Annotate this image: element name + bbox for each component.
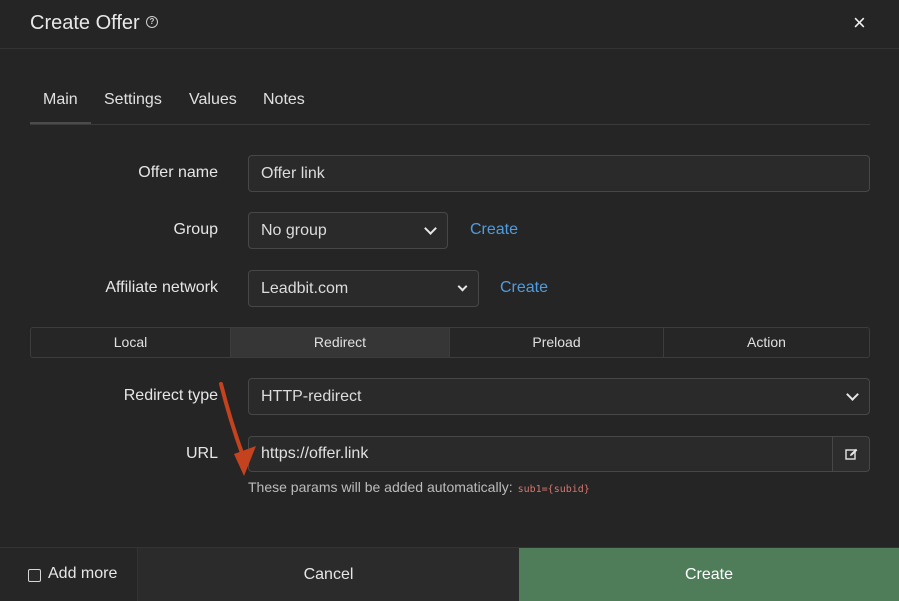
offer-name-input[interactable]: Offer link xyxy=(248,155,870,192)
affiliate-network-select[interactable]: Leadbit.com xyxy=(248,270,479,307)
add-more-checkbox[interactable] xyxy=(28,569,41,582)
segment-preload[interactable]: Preload xyxy=(450,328,664,357)
chevron-down-icon xyxy=(424,222,437,235)
modal-title: Create Offer xyxy=(30,12,140,34)
close-icon[interactable]: × xyxy=(853,12,866,34)
annotation-arrow-icon xyxy=(219,382,256,476)
affiliate-network-value: Leadbit.com xyxy=(261,280,349,297)
segment-local[interactable]: Local xyxy=(31,328,231,357)
modal-tabs: Main Settings Values Notes xyxy=(30,74,870,125)
edit-icon xyxy=(845,448,858,460)
tab-main[interactable]: Main xyxy=(43,91,78,109)
active-tab-indicator xyxy=(30,122,91,124)
group-select[interactable]: No group xyxy=(248,212,448,249)
hint-text: These params will be added automatically… xyxy=(248,479,513,495)
group-label: Group xyxy=(173,221,218,238)
offer-name-label: Offer name xyxy=(138,164,218,181)
redirect-type-select[interactable]: HTTP-redirect xyxy=(248,378,870,415)
url-input[interactable]: https://offer.link xyxy=(248,436,833,472)
create-offer-modal: Create Offer ? × Main Settings Values No… xyxy=(0,0,899,601)
create-button[interactable]: Create xyxy=(519,548,899,601)
add-more-label: Add more xyxy=(48,565,118,582)
chevron-down-icon xyxy=(457,281,468,292)
chevron-down-icon xyxy=(846,388,859,401)
affiliate-network-label: Affiliate network xyxy=(105,279,218,296)
url-params-hint: These params will be added automatically… xyxy=(248,479,590,495)
modal-footer: Add more Cancel Create xyxy=(0,547,899,601)
redirect-type-value: HTTP-redirect xyxy=(261,388,362,405)
add-more-toggle[interactable]: Add more xyxy=(0,548,138,601)
cancel-button[interactable]: Cancel xyxy=(138,548,519,601)
segment-redirect[interactable]: Redirect xyxy=(231,328,450,357)
url-label: URL xyxy=(185,445,218,462)
tab-settings[interactable]: Settings xyxy=(104,91,162,109)
help-icon[interactable]: ? xyxy=(146,16,158,28)
segment-action[interactable]: Action xyxy=(664,328,869,357)
group-select-value: No group xyxy=(261,222,327,239)
create-affiliate-network-link[interactable]: Create xyxy=(500,279,548,297)
hint-param-code: sub1={subid} xyxy=(517,484,590,495)
url-edit-button[interactable] xyxy=(832,436,870,472)
redirect-type-label: Redirect type xyxy=(123,387,218,404)
modal-header: Create Offer ? × xyxy=(0,0,899,49)
offer-type-segmented-control: Local Redirect Preload Action xyxy=(30,327,870,358)
create-group-link[interactable]: Create xyxy=(470,221,518,239)
tab-notes[interactable]: Notes xyxy=(263,91,305,109)
tab-values[interactable]: Values xyxy=(189,91,237,109)
